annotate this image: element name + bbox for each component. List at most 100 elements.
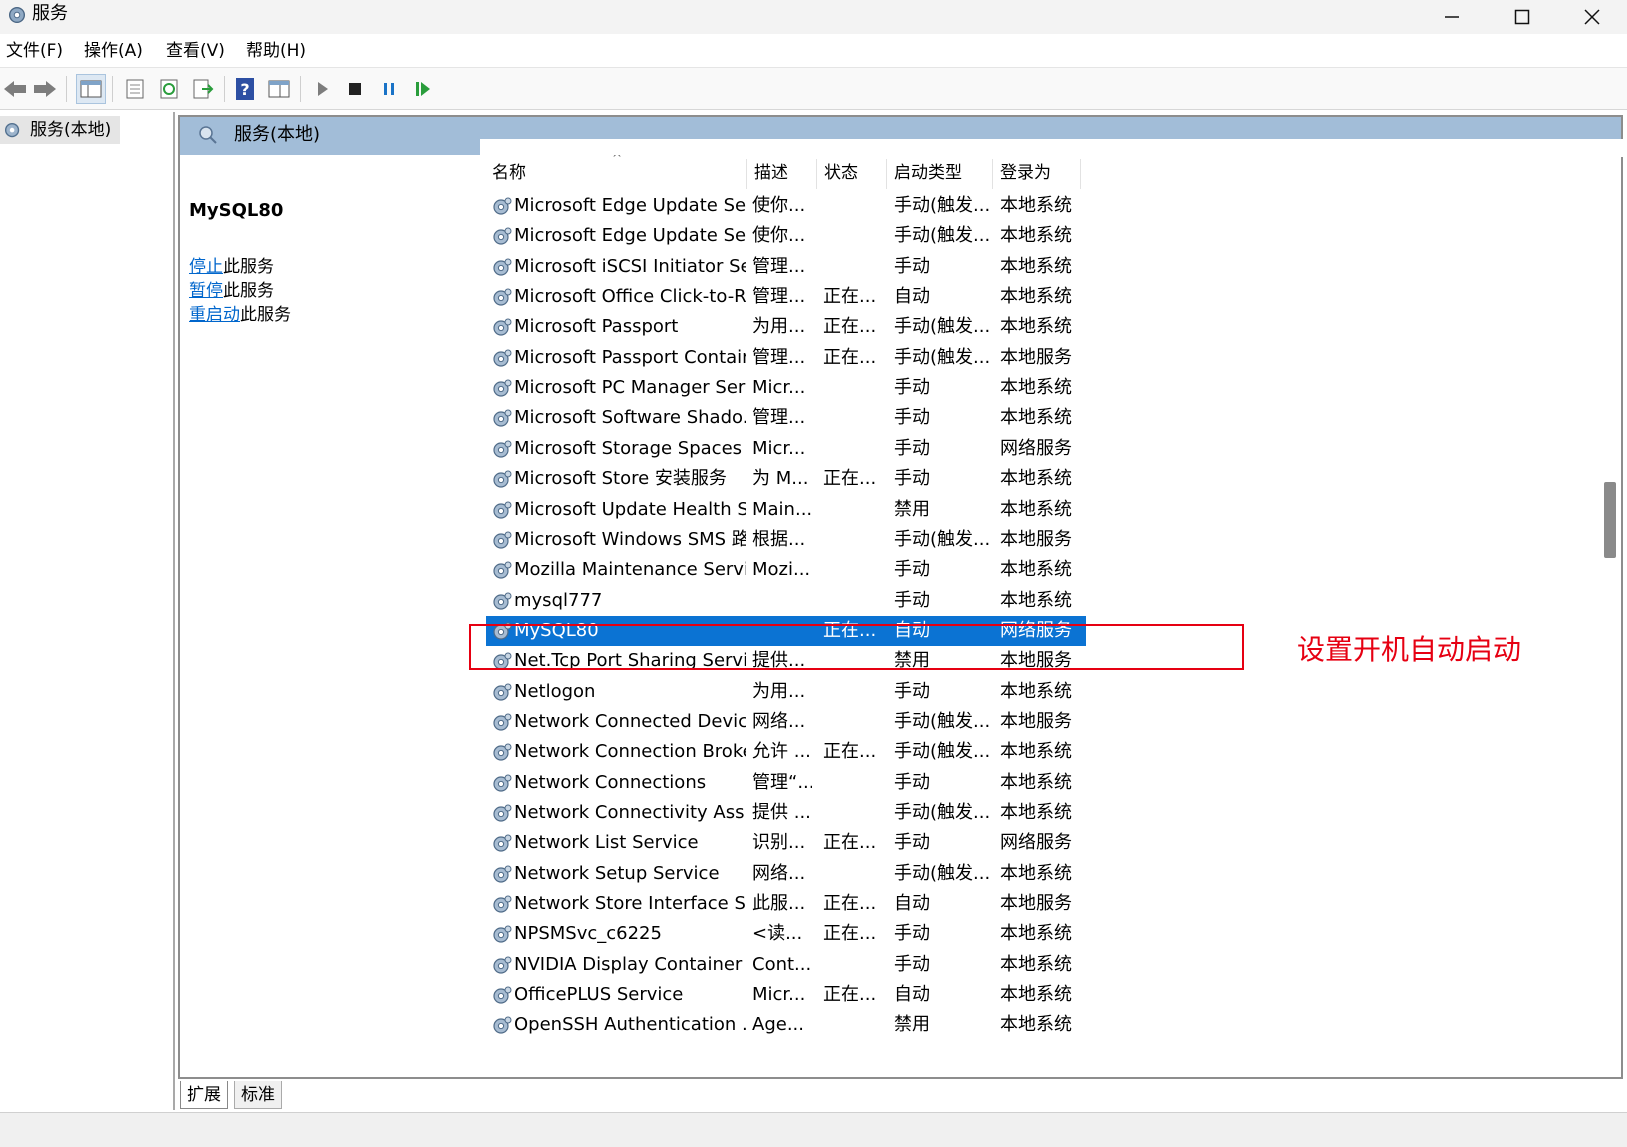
- back-arrow-icon: [4, 81, 26, 97]
- vertical-scrollbar[interactable]: [1598, 157, 1620, 1077]
- table-row[interactable]: Microsoft Passport 为用... 正在... 手动(触发... 本地系统: [486, 312, 1086, 342]
- table-row[interactable]: mysql777 手动 本地系统: [486, 586, 1086, 616]
- service-description: 为用...: [752, 316, 806, 338]
- export-icon: [193, 79, 214, 99]
- column-divider[interactable]: [992, 159, 993, 189]
- service-startup-type: 禁用: [894, 498, 930, 520]
- action-suffix: 此服务: [240, 305, 291, 325]
- service-gear-icon: [490, 499, 514, 523]
- column-header-log-on-as[interactable]: 登录为: [1000, 155, 1051, 191]
- stop-service-button[interactable]: [340, 74, 370, 104]
- table-row[interactable]: Mozilla Maintenance Service Mozi... 手动 本地系统: [486, 555, 1086, 585]
- services-list: 名称 ^ 描述 状态 启动类型 登录为 Microsoft Edge Updat…: [486, 155, 1586, 1077]
- service-startup-type: 手动: [894, 589, 930, 611]
- pause-icon: [384, 83, 394, 95]
- table-row[interactable]: Microsoft Software Shado... 管理... 手动 本地系统: [486, 403, 1086, 433]
- toolbar-separator: [224, 76, 225, 102]
- stop-link[interactable]: 停止: [189, 257, 223, 277]
- close-button[interactable]: [1557, 0, 1627, 34]
- table-row[interactable]: Microsoft Windows SMS 路... 根据... 手动(触发... 本…: [486, 525, 1086, 555]
- selected-service-name: MySQL80: [189, 200, 284, 221]
- start-service-button[interactable]: [308, 74, 338, 104]
- minimize-button[interactable]: [1417, 0, 1487, 34]
- column-header-description[interactable]: 描述: [754, 155, 788, 191]
- service-gear-icon: [490, 863, 514, 887]
- table-row[interactable]: Microsoft Edge Update Ser... 使你... 手动(触发..…: [486, 191, 1086, 221]
- service-gear-icon: [490, 984, 514, 1008]
- column-divider[interactable]: [746, 159, 747, 189]
- menu-action[interactable]: 操作(A): [84, 40, 143, 62]
- help-button[interactable]: ?: [230, 74, 260, 104]
- forward-arrow-icon: [34, 81, 56, 97]
- table-row[interactable]: Microsoft Store 安装服务 为 M... 正在... 手动 本地系统: [486, 464, 1086, 494]
- column-divider[interactable]: [886, 159, 887, 189]
- service-gear-icon: [490, 529, 514, 553]
- service-gear-icon: [490, 256, 514, 280]
- table-row[interactable]: Network Store Interface Se... 此服... 正在... 自…: [486, 889, 1086, 919]
- service-log-on-as: 本地系统: [1000, 589, 1072, 611]
- restart-link[interactable]: 重启动: [189, 305, 240, 325]
- service-name: Network Store Interface Se...: [514, 893, 746, 915]
- table-row[interactable]: Microsoft Storage Spaces S... Micr... 手动 网络…: [486, 434, 1086, 464]
- service-log-on-as: 本地系统: [1000, 923, 1072, 945]
- column-divider[interactable]: [1080, 159, 1081, 189]
- menu-file[interactable]: 文件(F): [6, 40, 63, 62]
- service-description: Micr...: [752, 984, 806, 1006]
- table-row[interactable]: Microsoft Edge Update Ser... 使你... 手动(触发..…: [486, 221, 1086, 251]
- tree-item-label: 服务(本地): [30, 120, 112, 140]
- tab-standard[interactable]: 标准: [234, 1081, 282, 1109]
- table-row[interactable]: Netlogon 为用... 手动 本地系统: [486, 677, 1086, 707]
- scrollbar-thumb[interactable]: [1604, 482, 1616, 558]
- service-log-on-as: 本地系统: [1000, 680, 1072, 702]
- pause-service-button[interactable]: [374, 74, 404, 104]
- column-header-name[interactable]: 名称: [492, 155, 526, 191]
- service-startup-type: 手动: [894, 953, 930, 975]
- tab-extended[interactable]: 扩展: [180, 1081, 228, 1109]
- service-description: Age...: [752, 1014, 804, 1036]
- pause-link[interactable]: 暂停: [189, 281, 223, 301]
- service-gear-icon: [490, 893, 514, 917]
- service-log-on-as: 本地系统: [1000, 255, 1072, 277]
- column-header-status[interactable]: 状态: [824, 155, 858, 191]
- service-log-on-as: 网络服务: [1000, 437, 1072, 459]
- table-row[interactable]: Network Connections 管理“... 手动 本地系统: [486, 768, 1086, 798]
- table-row[interactable]: Network Setup Service 网络... 手动(触发... 本地系统: [486, 859, 1086, 889]
- table-row[interactable]: Microsoft iSCSI Initiator Ser... 管理... 手动 本…: [486, 252, 1086, 282]
- service-description: 使你...: [752, 225, 806, 247]
- properties-button[interactable]: [120, 74, 150, 104]
- maximize-button[interactable]: [1487, 0, 1557, 34]
- menu-view[interactable]: 查看(V): [166, 40, 225, 62]
- table-row[interactable]: OpenSSH Authentication ... Age... 禁用 本地系统: [486, 1010, 1086, 1040]
- table-row[interactable]: Network Connectivity Assis... 提供 ... 手动(触发…: [486, 798, 1086, 828]
- console-tree-button[interactable]: [76, 74, 106, 104]
- table-row[interactable]: Network Connection Broker 允许 ... 正在... 手动(触…: [486, 737, 1086, 767]
- table-row[interactable]: Network List Service 识别... 正在... 手动 网络服务: [486, 828, 1086, 858]
- refresh-button[interactable]: [154, 74, 184, 104]
- column-divider[interactable]: [816, 159, 817, 189]
- console-view-button[interactable]: [264, 74, 294, 104]
- table-row[interactable]: NPSMSvc_c6225 <读... 正在... 手动 本地系统: [486, 919, 1086, 949]
- table-row[interactable]: Microsoft Office Click-to-R... 管理... 正在...…: [486, 282, 1086, 312]
- table-row[interactable]: Microsoft Update Health S... Main... 禁用 本地系…: [486, 495, 1086, 525]
- table-row[interactable]: OfficePLUS Service Micr... 正在... 自动 本地系统: [486, 980, 1086, 1010]
- service-startup-type: 手动: [894, 680, 930, 702]
- resume-service-button[interactable]: [408, 74, 438, 104]
- service-startup-type: 自动: [894, 286, 930, 308]
- service-startup-type: 手动: [894, 771, 930, 793]
- table-row[interactable]: Network Connected Devic... 网络... 手动(触发... 本…: [486, 707, 1086, 737]
- back-button[interactable]: [0, 74, 30, 104]
- export-list-button[interactable]: [188, 74, 218, 104]
- forward-button[interactable]: [30, 74, 60, 104]
- tree-item-services-local[interactable]: 服务(本地): [0, 116, 120, 144]
- resume-icon: [416, 82, 430, 96]
- table-row[interactable]: Microsoft Passport Container 管理... 正在... 手动…: [486, 343, 1086, 373]
- service-status: 正在...: [823, 923, 877, 945]
- table-row[interactable]: Microsoft PC Manager Serv... Micr... 手动 本地系…: [486, 373, 1086, 403]
- menu-help[interactable]: 帮助(H): [246, 40, 306, 62]
- column-header-startup-type[interactable]: 启动类型: [894, 155, 962, 191]
- service-name: Microsoft Edge Update Ser...: [514, 195, 746, 216]
- status-bar: [0, 1112, 1627, 1147]
- table-row[interactable]: NVIDIA Display Container LS Cont... 手动 本地系统: [486, 950, 1086, 980]
- service-description: 识别...: [752, 832, 806, 854]
- service-startup-type: 手动(触发...: [894, 195, 991, 216]
